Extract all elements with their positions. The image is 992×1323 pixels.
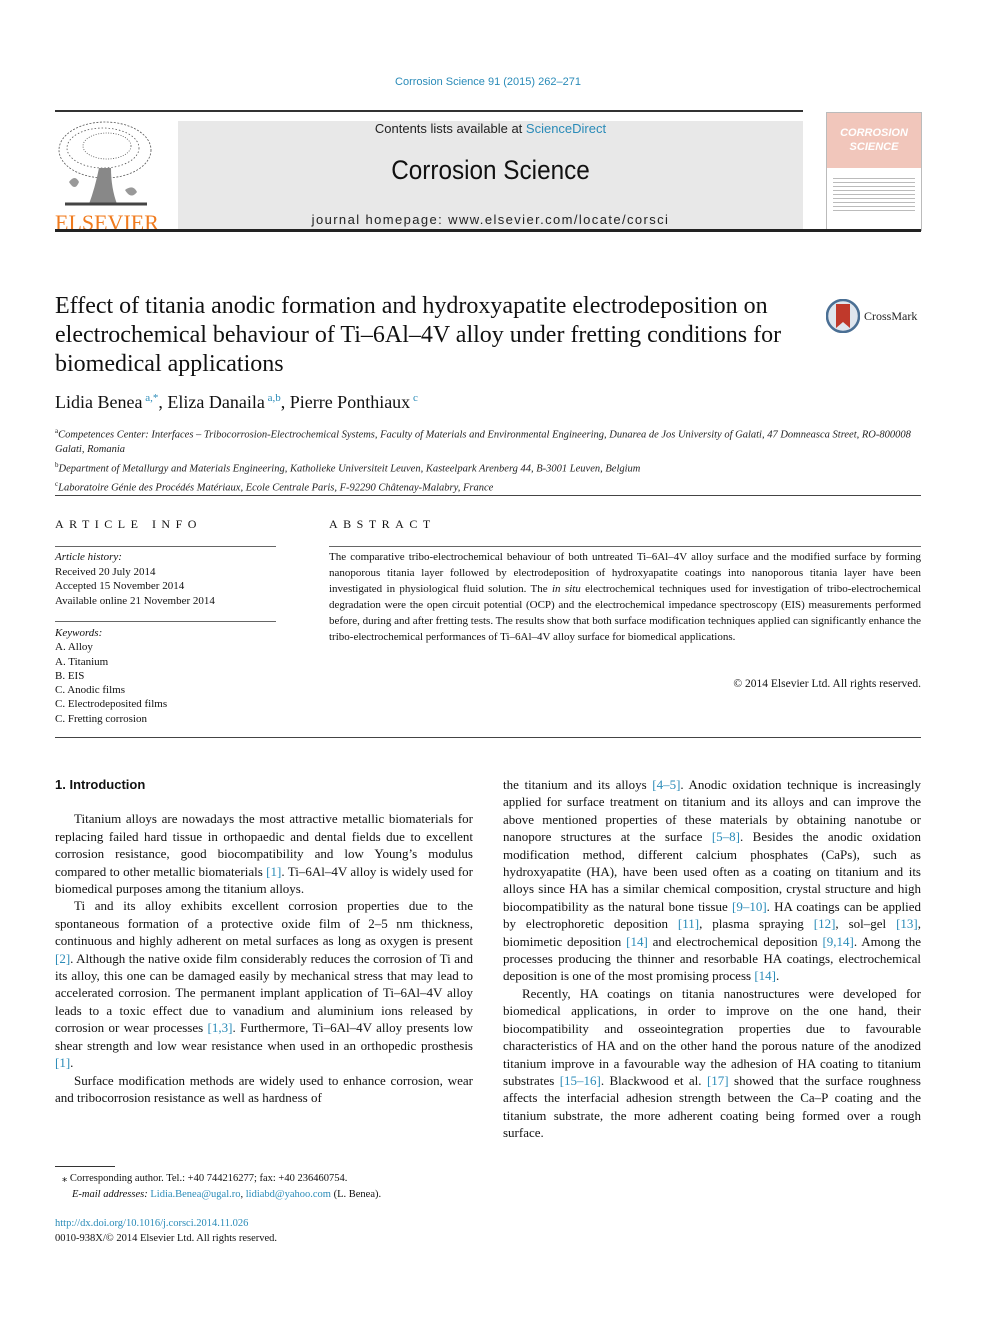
reference-link[interactable]: [5–8] (712, 829, 740, 844)
keyword-item: C. Electrodeposited films (55, 698, 168, 711)
reference-link[interactable]: [14] (754, 968, 776, 983)
cover-title-line1: CORROSION (840, 127, 908, 139)
author-affiliation-marker[interactable]: a,b (268, 392, 281, 404)
crossmark-icon (826, 299, 860, 333)
paragraph: the titanium and its alloys [4–5]. Anodi… (503, 777, 922, 984)
article-info-heading: ARTICLE INFO (55, 517, 202, 531)
abstract-heading: ABSTRACT (329, 517, 436, 531)
crossmark-label: CrossMark (864, 308, 918, 323)
keywords: Keywords: A. Alloy A. Titanium B. EIS C.… (55, 626, 167, 726)
header-top-rule (55, 110, 803, 112)
affiliation-item: cLaboratoire Génie des Procédés Matériau… (55, 479, 494, 494)
reference-link[interactable]: [17] (707, 1073, 729, 1088)
journal-title: Corrosion Science (391, 155, 590, 185)
paragraph: Titanium alloys are nowadays the most at… (55, 811, 473, 897)
body-column-right: the titanium and its alloys [4–5]. Anodi… (503, 776, 921, 1142)
reference-link[interactable]: [9–10] (732, 899, 767, 914)
keyword-item: C. Anodic films (55, 684, 125, 697)
reference-link[interactable]: [13] (896, 916, 918, 931)
history-online: Available online 21 November 2014 (55, 594, 215, 607)
email-link[interactable]: Lidia.Benea@ugal.ro (150, 1189, 240, 1200)
divider (329, 546, 921, 547)
divider (55, 495, 921, 496)
reference-link[interactable]: [12] (814, 916, 836, 931)
footnotes: ⁎ Corresponding author. Tel.: +40 744216… (62, 1171, 381, 1203)
issn-copyright: 0010-938X/© 2014 Elsevier Ltd. All right… (55, 1232, 278, 1244)
corresponding-author-note: ⁎ Corresponding author. Tel.: +40 744216… (62, 1173, 348, 1184)
article-history: Article history: Received 20 July 2014 A… (55, 550, 215, 608)
abstract-copyright: © 2014 Elsevier Ltd. All rights reserved… (733, 678, 921, 690)
author-name[interactable]: Eliza Danaila (167, 392, 264, 412)
reference-link[interactable]: [1] (266, 864, 281, 879)
journal-homepage[interactable]: journal homepage: www.elsevier.com/locat… (178, 212, 803, 227)
divider (55, 737, 921, 738)
paragraph: Ti and its alloy exhibits excellent corr… (55, 898, 473, 1071)
author-list: Lidia Benea a,*, Eliza Danaila a,b, Pier… (55, 392, 418, 412)
author-affiliation-marker[interactable]: a,* (145, 392, 158, 404)
abstract-text: The comparative tribo-electrochemical be… (329, 551, 922, 643)
history-accepted: Accepted 15 November 2014 (55, 580, 185, 592)
reference-link[interactable]: [1] (55, 1055, 70, 1070)
history-received: Received 20 July 2014 (55, 565, 156, 578)
keyword-item: A. Titanium (55, 655, 109, 668)
paragraph: Recently, HA coatings on titania nanostr… (503, 985, 921, 1141)
journal-cover-thumbnail[interactable]: CORROSION SCIENCE (826, 112, 922, 231)
cover-title-line2: SCIENCE (849, 141, 899, 153)
reference-link[interactable]: [11] (678, 916, 699, 931)
email-note: E-mail addresses: Lidia.Benea@ugal.ro, l… (72, 1189, 382, 1200)
reference-link[interactable]: [9,14] (822, 934, 853, 949)
doi-link[interactable]: http://dx.doi.org/10.1016/j.corsci.2014.… (55, 1218, 248, 1229)
reference-link[interactable]: [15–16] (560, 1073, 601, 1088)
reference-link[interactable]: [1,3] (208, 1020, 233, 1035)
elsevier-wordmark: ELSEVIER (55, 210, 159, 235)
body-column-left: 1. Introduction Titanium alloys are nowa… (55, 776, 473, 1106)
sciencedirect-link[interactable]: ScienceDirect (526, 121, 606, 136)
author-name[interactable]: Lidia Benea (55, 392, 142, 412)
keyword-item: A. Alloy (55, 641, 93, 654)
paragraphs: Titanium alloys are nowadays the most at… (55, 810, 473, 1106)
reference-link[interactable]: [2] (55, 951, 70, 966)
keywords-label: Keywords: (55, 627, 103, 639)
divider (55, 546, 276, 547)
reference-link[interactable]: [14] (626, 934, 648, 949)
affiliation-item: aCompetences Center: Interfaces – Triboc… (55, 427, 911, 455)
tree-icon (58, 121, 152, 206)
section-heading: 1. Introduction (55, 777, 146, 792)
author-affiliation-marker[interactable]: c (413, 392, 418, 404)
divider (55, 621, 276, 622)
paragraph: Surface modification methods are widely … (55, 1072, 473, 1105)
article-title: Effect of titania anodic formation and h… (55, 293, 782, 377)
doi-block: http://dx.doi.org/10.1016/j.corsci.2014.… (55, 1217, 277, 1246)
journal-citation-link[interactable]: Corrosion Science 91 (2015) 262–271 (0, 76, 976, 88)
keyword-item: C. Fretting corrosion (55, 712, 147, 725)
affiliations: aCompetences Center: Interfaces – Triboc… (55, 424, 925, 496)
history-label: Article history: (55, 551, 122, 563)
contents-line: Contents lists available at ScienceDirec… (178, 121, 803, 136)
email-link[interactable]: lidiabd@yahoo.com (246, 1189, 331, 1200)
author-name[interactable]: Pierre Ponthiaux (290, 392, 410, 412)
footnote-rule (55, 1166, 115, 1167)
crossmark-badge[interactable]: CrossMark (826, 298, 926, 334)
paragraphs: the titanium and its alloys [4–5]. Anodi… (503, 776, 921, 1142)
keyword-item: B. EIS (55, 669, 85, 682)
reference-link[interactable]: [4–5] (652, 777, 680, 792)
cover-contents-lines (827, 175, 921, 214)
affiliation-item: bDepartment of Metallurgy and Materials … (55, 460, 641, 475)
contents-prefix: Contents lists available at (374, 121, 526, 136)
header-bottom-rule (55, 229, 921, 232)
